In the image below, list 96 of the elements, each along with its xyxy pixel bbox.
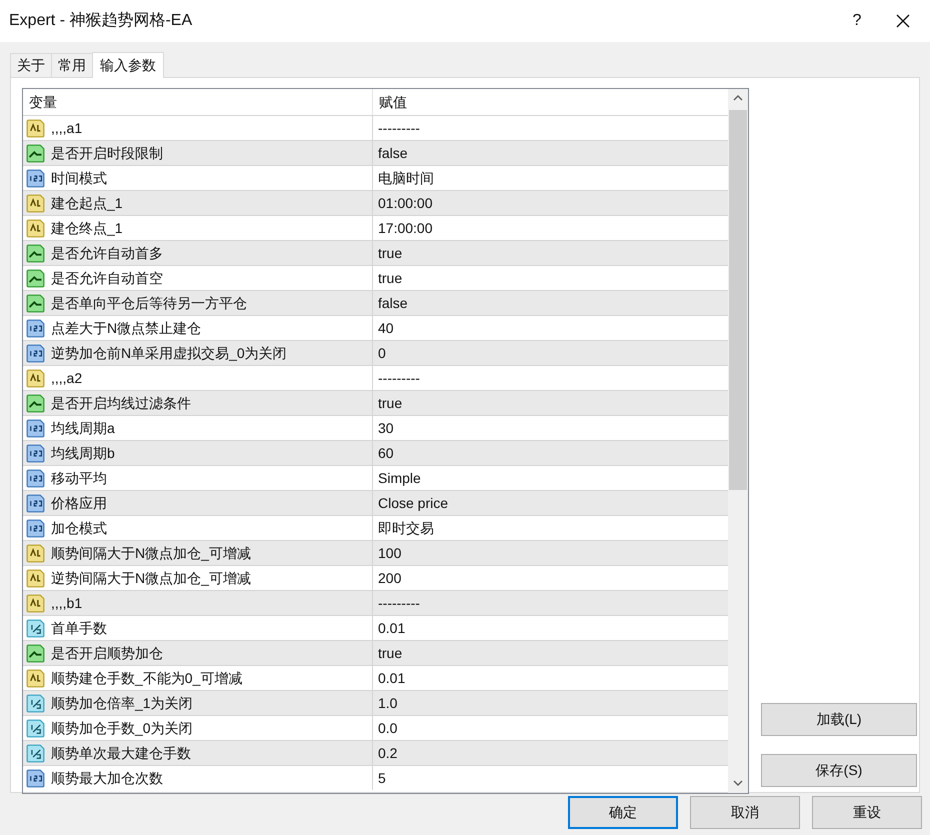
variable-name: 是否单向平仓后等待另一方平仓 — [51, 294, 247, 312]
variable-value[interactable]: Close price — [378, 492, 448, 514]
variable-value[interactable]: 1.0 — [378, 692, 398, 714]
variable-name: 是否开启时段限制 — [51, 144, 163, 162]
variable-name: 建仓终点_1 — [51, 218, 123, 238]
side-button[interactable]: 保存(S) — [761, 754, 917, 787]
variable-name: 均线周期a — [51, 418, 115, 438]
variable-name: 点差大于N微点禁止建仓 — [51, 318, 202, 338]
variable-value[interactable]: --------- — [378, 368, 420, 388]
number-type-icon — [26, 418, 45, 438]
column-header[interactable]: 赋值 — [373, 89, 728, 115]
window-title: Expert - 神猴趋势网格-EA — [9, 10, 192, 31]
toggle-type-icon — [26, 268, 45, 288]
text-type-icon — [26, 668, 45, 688]
scroll-down-icon[interactable] — [733, 780, 743, 786]
variable-value[interactable]: 0 — [378, 342, 386, 364]
text-type-icon — [26, 594, 45, 612]
tab[interactable]: 输入参数 — [92, 52, 164, 78]
variable-value[interactable]: 电脑时间 — [378, 168, 434, 188]
variable-value[interactable]: 0.01 — [378, 618, 406, 638]
variable-name: 顺势最大加仓次数 — [51, 768, 163, 788]
variable-name: 顺势加仓手数_0为关闭 — [51, 718, 193, 738]
variable-name: 逆势加仓前N单采用虚拟交易_0为关闭 — [51, 344, 287, 363]
number-type-icon — [26, 518, 45, 538]
variable-name: 首单手数 — [51, 618, 107, 638]
fraction-type-icon — [26, 718, 45, 738]
variable-name: 顺势建仓手数_不能为0_可增减 — [51, 668, 242, 688]
variable-value[interactable]: true — [378, 268, 402, 288]
number-type-icon — [26, 444, 45, 462]
help-button[interactable]: ? — [834, 0, 880, 42]
text-type-icon — [26, 194, 45, 212]
text-type-icon — [26, 568, 45, 588]
variable-name: ,,,,a2 — [51, 368, 82, 388]
number-type-icon — [26, 494, 45, 512]
number-type-icon — [26, 168, 45, 188]
variable-name: 是否开启顺势加仓 — [51, 644, 163, 662]
variable-name: ,,,,b1 — [51, 594, 82, 612]
text-type-icon — [26, 118, 45, 138]
variable-name: 移动平均 — [51, 468, 107, 488]
variable-value[interactable]: 200 — [378, 568, 402, 588]
variable-value[interactable]: --------- — [378, 592, 420, 614]
dialog-button[interactable]: 取消 — [690, 796, 800, 829]
variable-name: 是否开启均线过滤条件 — [51, 394, 191, 412]
number-type-icon — [26, 318, 45, 338]
variable-value[interactable]: false — [378, 292, 408, 314]
variable-value[interactable]: 60 — [378, 442, 394, 464]
variable-name: 顺势加仓倍率_1为关闭 — [51, 694, 193, 713]
toggle-type-icon — [26, 394, 45, 412]
toggle-type-icon — [26, 644, 45, 662]
side-button[interactable]: 加载(L) — [761, 703, 917, 736]
variable-value[interactable]: 30 — [378, 418, 394, 438]
variable-value[interactable]: 0.0 — [378, 718, 398, 738]
scrollbar-thumb[interactable] — [729, 110, 747, 490]
variable-value[interactable]: true — [378, 242, 402, 264]
variable-value[interactable]: 17:00:00 — [378, 218, 432, 238]
variable-name: 顺势单次最大建仓手数 — [51, 744, 191, 762]
variable-value[interactable]: 0.01 — [378, 668, 406, 688]
variable-name: 价格应用 — [51, 494, 107, 512]
variable-value[interactable]: 100 — [378, 542, 402, 564]
variable-value[interactable]: 0.2 — [378, 742, 398, 764]
variable-name: ,,,,a1 — [51, 118, 82, 138]
text-type-icon — [26, 218, 45, 238]
variable-name: 逆势间隔大于N微点加仓_可增减 — [51, 568, 251, 588]
fraction-type-icon — [26, 618, 45, 638]
variable-value[interactable]: 40 — [378, 318, 394, 338]
text-type-icon — [26, 544, 45, 562]
tab[interactable]: 关于 — [10, 53, 52, 77]
variable-value[interactable]: true — [378, 642, 402, 664]
number-type-icon — [26, 768, 45, 788]
dialog-button[interactable]: 确定 — [568, 796, 678, 829]
variable-name: 均线周期b — [51, 444, 115, 462]
variable-value[interactable]: 即时交易 — [378, 518, 434, 538]
text-type-icon — [26, 368, 45, 388]
variable-name: 建仓起点_1 — [51, 194, 123, 213]
variable-value[interactable]: Simple — [378, 468, 421, 488]
variable-value[interactable]: 5 — [378, 768, 386, 788]
fraction-type-icon — [26, 694, 45, 712]
scrollbar[interactable] — [728, 89, 748, 793]
variable-value[interactable]: true — [378, 392, 402, 414]
variable-name: 顺势间隔大于N微点加仓_可增减 — [51, 544, 251, 563]
variable-name: 是否允许自动首空 — [51, 268, 163, 288]
variable-value[interactable]: false — [378, 142, 408, 164]
variable-name: 加仓模式 — [51, 518, 107, 538]
variable-name: 时间模式 — [51, 168, 107, 188]
toggle-type-icon — [26, 294, 45, 312]
fraction-type-icon — [26, 744, 45, 762]
toggle-type-icon — [26, 244, 45, 262]
scroll-up-icon[interactable] — [733, 95, 743, 101]
variable-value[interactable]: --------- — [378, 118, 420, 138]
number-type-icon — [26, 468, 45, 488]
variable-value[interactable]: 01:00:00 — [378, 192, 432, 214]
variable-name: 是否允许自动首多 — [51, 244, 163, 262]
close-icon — [896, 14, 910, 28]
number-type-icon — [26, 344, 45, 362]
toggle-type-icon — [26, 144, 45, 162]
dialog-button[interactable]: 重设 — [812, 796, 922, 829]
